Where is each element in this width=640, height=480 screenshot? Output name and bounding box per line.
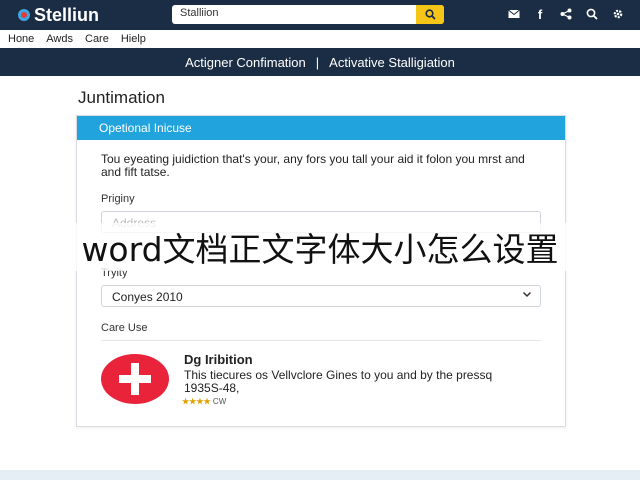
search-value: Stalliion (180, 7, 219, 19)
item-description: This tiecures os Vellvclore Gines to you… (184, 368, 493, 395)
top-bar: Stelliun Stalliion f (0, 0, 640, 30)
card-header: Opetional Inicuse (77, 116, 565, 140)
divider (101, 340, 541, 341)
menu-bar: Hone Awds Care Hielp (0, 30, 640, 48)
page-title: Juntimation (78, 88, 165, 107)
logo-text: Stelliun (34, 4, 100, 25)
field-label-priginy: Priginy (101, 193, 135, 205)
logo[interactable]: Stelliun (18, 4, 99, 26)
chevron-down-icon (522, 289, 532, 302)
item-rating: ★★★★ CW (182, 397, 226, 406)
search-icon[interactable] (586, 8, 598, 22)
rating-text: CW (212, 397, 227, 406)
overlay-caption: word文档正文字体大小怎么设置 (0, 223, 640, 271)
share-icon[interactable] (560, 8, 572, 22)
plus-icon[interactable] (101, 354, 169, 404)
nav-separator: | (315, 54, 320, 70)
settings-icon[interactable] (612, 8, 624, 22)
menu-item-awds[interactable]: Awds (46, 33, 73, 45)
form-card: Opetional Inicuse Tou eyeating juidictio… (76, 115, 566, 427)
section-label: Care Use (101, 322, 148, 334)
search-icon (424, 9, 436, 20)
menu-item-care[interactable]: Care (85, 33, 109, 45)
search-input[interactable]: Stalliion (172, 5, 444, 24)
breadcrumb-bar: Actigner Confimation | Activative Stalli… (0, 48, 640, 76)
version-select[interactable]: Conyes 2010 (101, 285, 541, 307)
nav-link-confirmation[interactable]: Actigner Confimation (185, 55, 306, 70)
footer-bar (0, 470, 640, 480)
search-button[interactable] (416, 5, 444, 24)
facebook-icon[interactable]: f (534, 8, 546, 21)
header-icons: f (508, 5, 624, 25)
menu-item-home[interactable]: Hone (8, 33, 34, 45)
menu-item-help[interactable]: Hielp (121, 33, 146, 45)
star-rating-icon: ★★★★ (182, 397, 211, 406)
intro-text: Tou eyeating juidiction that's your, any… (101, 152, 525, 179)
logo-icon (18, 9, 30, 21)
mail-icon[interactable] (508, 9, 520, 21)
nav-link-activative[interactable]: Activative Stalligiation (329, 55, 455, 70)
version-select-value: Conyes 2010 (112, 290, 183, 304)
item-title[interactable]: Dg Iribition (184, 352, 253, 367)
